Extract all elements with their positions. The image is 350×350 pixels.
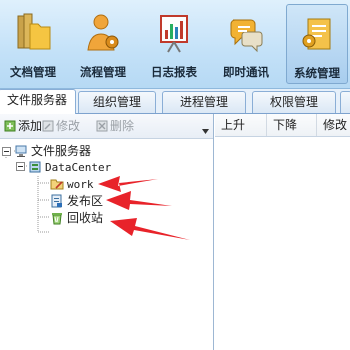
chart-board-icon <box>160 15 188 53</box>
edit-icon <box>42 120 54 132</box>
recycle-bin-icon <box>52 213 62 225</box>
chevron-down-icon[interactable] <box>202 128 209 135</box>
tree-node-file-server[interactable]: 文件服务器 <box>14 143 91 159</box>
toolbar-log-reports[interactable]: 日志报表 <box>142 4 206 84</box>
settings-doc-icon <box>302 18 331 50</box>
toolbar-label: 文档管理 <box>10 65 56 79</box>
main-toolbar: 文档管理 流程管理 日志报表 即时通讯 系统管理 <box>0 0 350 89</box>
toolbar-label: 即时通讯 <box>223 65 269 79</box>
edit-label: 修改 <box>56 119 81 133</box>
toolbar-label: 系统管理 <box>294 66 340 80</box>
file-tree: 文件服务器 DataCenter work 发布区 回收站 <box>0 138 213 350</box>
tree-node-label: DataCenter <box>45 161 112 174</box>
tree-node-datacenter[interactable]: DataCenter <box>28 159 111 175</box>
folder-edit-icon <box>50 179 64 190</box>
tab-process[interactable]: 进程管理 <box>162 91 246 113</box>
collapse-toggle-datacenter[interactable] <box>16 162 25 171</box>
tree-node-work[interactable]: work <box>50 176 94 192</box>
tree-node-label: 文件服务器 <box>31 144 92 158</box>
tab-bar: 文件服务器 组织管理 进程管理 权限管理 <box>0 89 350 114</box>
edit-button[interactable]: 修改 <box>42 118 80 134</box>
toolbar-label: 流程管理 <box>80 65 126 79</box>
toolbar-instant-messaging[interactable]: 即时通讯 <box>214 4 278 84</box>
tree-toolbar: 添加 修改 删除 <box>0 114 213 139</box>
user-gear-icon <box>87 14 119 51</box>
collapse-toggle-root[interactable] <box>2 147 11 156</box>
add-icon <box>4 120 16 132</box>
tab-file-server[interactable]: 文件服务器 <box>0 89 76 114</box>
add-button[interactable]: 添加 <box>4 118 42 134</box>
column-header-up[interactable]: 上升 <box>215 114 267 136</box>
tree-node-recycle-bin[interactable]: 回收站 <box>50 210 103 226</box>
delete-icon <box>96 120 108 132</box>
tree-node-publish-area[interactable]: 发布区 <box>50 193 103 209</box>
column-header-row: 上升 下降 修改 <box>215 114 350 137</box>
publish-doc-icon <box>51 194 62 208</box>
toolbar-workflow-management[interactable]: 流程管理 <box>70 4 136 84</box>
chat-icon <box>230 19 263 53</box>
toolbar-document-management[interactable]: 文档管理 <box>2 4 64 84</box>
left-panel: 添加 修改 删除 文件服务器 DataCenter work 发布区 回收站 <box>0 114 214 350</box>
folder-icon <box>17 13 51 50</box>
tree-node-label: work <box>67 178 94 191</box>
tab-overflow[interactable] <box>340 91 350 113</box>
add-label: 添加 <box>18 119 43 133</box>
toolbar-label: 日志报表 <box>151 65 197 79</box>
right-panel: 上升 下降 修改 <box>215 114 350 350</box>
column-header-down[interactable]: 下降 <box>267 114 317 136</box>
server-network-icon <box>15 145 27 157</box>
delete-button[interactable]: 删除 <box>96 118 134 134</box>
database-icon <box>29 161 41 173</box>
tab-organization[interactable]: 组织管理 <box>78 91 156 113</box>
tree-node-label: 发布区 <box>67 194 104 208</box>
toolbar-system-management[interactable]: 系统管理 <box>286 4 348 84</box>
column-header-modify[interactable]: 修改 <box>317 114 350 136</box>
tree-node-label: 回收站 <box>67 211 104 225</box>
delete-label: 删除 <box>110 119 135 133</box>
tab-permissions[interactable]: 权限管理 <box>252 91 336 113</box>
